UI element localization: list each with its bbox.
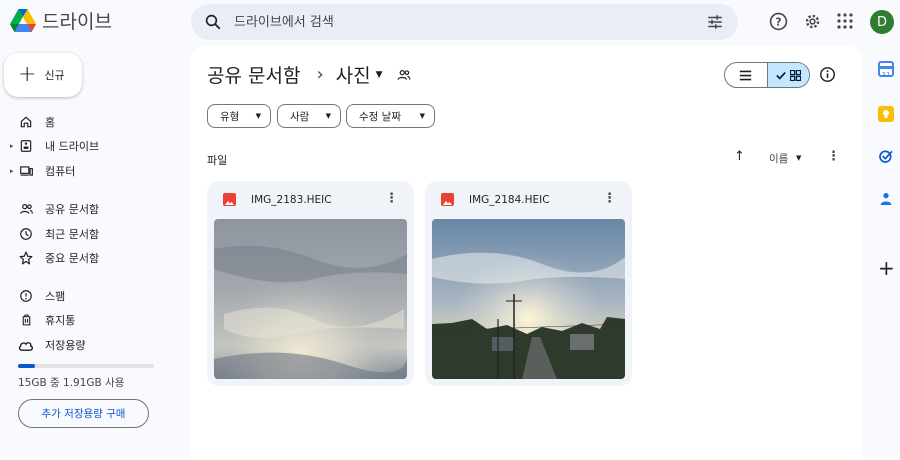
sidebar-item-spam[interactable]: 스팸	[0, 285, 185, 307]
file-name: IMG_2184.HEIC	[469, 194, 550, 206]
trash-icon	[18, 312, 34, 328]
sidebar-item-my-drive[interactable]: ▸ 내 드라이브	[0, 135, 185, 157]
search-icon[interactable]	[204, 13, 222, 31]
settings-gear-icon[interactable]	[802, 11, 822, 31]
shared-icon	[18, 201, 34, 217]
sidebar-item-storage[interactable]: 저장용량	[0, 334, 185, 356]
list-icon	[740, 70, 752, 80]
dropdown-arrow-icon: ▼	[325, 112, 331, 120]
sidebar-item-shared[interactable]: 공유 문서함	[0, 198, 185, 220]
sidebar-item-label: 최근 문서함	[45, 228, 100, 241]
search-input[interactable]	[234, 14, 674, 30]
my-drive-icon	[18, 138, 34, 154]
sidebar-item-trash[interactable]: 휴지통	[0, 309, 185, 331]
search-options-icon[interactable]	[706, 13, 724, 31]
filter-people-chip[interactable]: 사람 ▼	[277, 104, 341, 128]
file-card[interactable]: IMG_2184.HEIC ⋮	[425, 181, 632, 386]
chip-label: 사람	[290, 110, 310, 123]
dropdown-arrow-icon: ▼	[419, 112, 425, 120]
expand-caret-icon[interactable]: ▸	[10, 142, 14, 150]
sidebar-item-label: 중요 문서함	[45, 252, 100, 265]
dropdown-arrow-icon[interactable]: ▼	[796, 154, 801, 162]
tasks-icon[interactable]	[878, 148, 894, 164]
filter-modified-chip[interactable]: 수정 날짜 ▼	[346, 104, 435, 128]
file-thumbnail[interactable]	[432, 219, 625, 379]
shared-folder-icon	[397, 64, 411, 86]
sidebar-item-recent[interactable]: 최근 문서함	[0, 223, 185, 245]
drive-logo[interactable]: 드라이브	[10, 7, 112, 34]
account-avatar[interactable]: D	[870, 10, 894, 34]
sort-by-button[interactable]: 이름	[769, 151, 788, 166]
image-file-icon	[223, 193, 236, 206]
drive-logo-icon	[10, 9, 36, 32]
main-content: 공유 문서함 › 사진 ▼ 유형 ▼ 사람 ▼ 수정 날짜 ▼ 파일 ↑ 이름 ▼ ⋮…	[191, 46, 863, 460]
cloud-icon	[18, 337, 34, 353]
new-button[interactable]: + 신규	[4, 53, 82, 97]
filter-type-chip[interactable]: 유형 ▼	[207, 104, 271, 128]
apps-grid-icon[interactable]	[835, 11, 855, 31]
star-icon	[18, 250, 34, 266]
more-options-icon[interactable]: ⋮	[385, 192, 398, 205]
dropdown-arrow-icon: ▼	[255, 112, 261, 120]
sidebar-item-label: 스팸	[45, 290, 66, 303]
grid-view-button[interactable]	[766, 63, 809, 87]
view-toggle	[724, 62, 810, 88]
file-thumbnail[interactable]	[214, 219, 407, 379]
chevron-right-icon: ›	[316, 64, 324, 85]
sidebar-item-label: 공유 문서함	[45, 203, 100, 216]
home-icon	[18, 114, 34, 130]
svg-text:31: 31	[882, 71, 891, 78]
keep-icon[interactable]	[878, 106, 894, 122]
breadcrumb: 공유 문서함 › 사진 ▼	[207, 61, 411, 88]
help-icon[interactable]: ?	[768, 11, 788, 31]
breadcrumb-parent[interactable]: 공유 문서함	[207, 61, 300, 88]
contacts-icon[interactable]	[878, 191, 894, 207]
svg-text:?: ?	[775, 16, 781, 28]
dropdown-arrow-icon[interactable]: ▼	[376, 70, 383, 80]
check-icon	[776, 71, 786, 80]
add-addon-icon[interactable]: +	[878, 258, 895, 278]
expand-caret-icon[interactable]: ▸	[10, 167, 14, 175]
sidebar-item-label: 내 드라이브	[45, 140, 100, 153]
sidebar-item-label: 휴지통	[45, 314, 76, 327]
file-name: IMG_2183.HEIC	[251, 194, 332, 206]
search-bar[interactable]	[191, 4, 738, 40]
sort-direction-icon[interactable]: ↑	[734, 149, 745, 164]
storage-usage-text: 15GB 중 1.91GB 사용	[18, 377, 125, 389]
image-file-icon	[441, 193, 454, 206]
sidebar-item-label: 컴퓨터	[45, 165, 76, 178]
sidebar-item-label: 저장용량	[45, 339, 86, 352]
grid-icon	[789, 69, 801, 81]
buy-storage-button[interactable]: 추가 저장용량 구매	[18, 399, 149, 428]
calendar-icon[interactable]: 31	[878, 61, 894, 79]
file-card[interactable]: IMG_2183.HEIC ⋮	[207, 181, 414, 386]
more-options-icon[interactable]: ⋮	[603, 192, 616, 205]
sidebar-item-home[interactable]: 홈	[0, 111, 185, 133]
sidebar-item-label: 홈	[45, 116, 56, 129]
chip-label: 수정 날짜	[359, 110, 401, 123]
sidebar-item-computers[interactable]: ▸ 컴퓨터	[0, 160, 185, 182]
sidebar-item-starred[interactable]: 중요 문서함	[0, 247, 185, 269]
storage-progress-fill	[18, 364, 36, 368]
plus-icon: +	[18, 62, 37, 87]
storage-progress-bar	[18, 364, 154, 368]
computer-icon	[18, 163, 34, 179]
chip-label: 유형	[220, 110, 240, 123]
spam-icon	[18, 288, 34, 304]
more-options-icon[interactable]: ⋮	[827, 150, 840, 163]
breadcrumb-current[interactable]: 사진	[336, 61, 371, 88]
clock-icon	[18, 226, 34, 242]
list-view-button[interactable]	[725, 63, 767, 87]
app-name: 드라이브	[42, 11, 112, 33]
info-icon[interactable]	[819, 66, 836, 87]
files-section-label: 파일	[207, 154, 228, 167]
new-button-label: 신규	[44, 69, 65, 82]
